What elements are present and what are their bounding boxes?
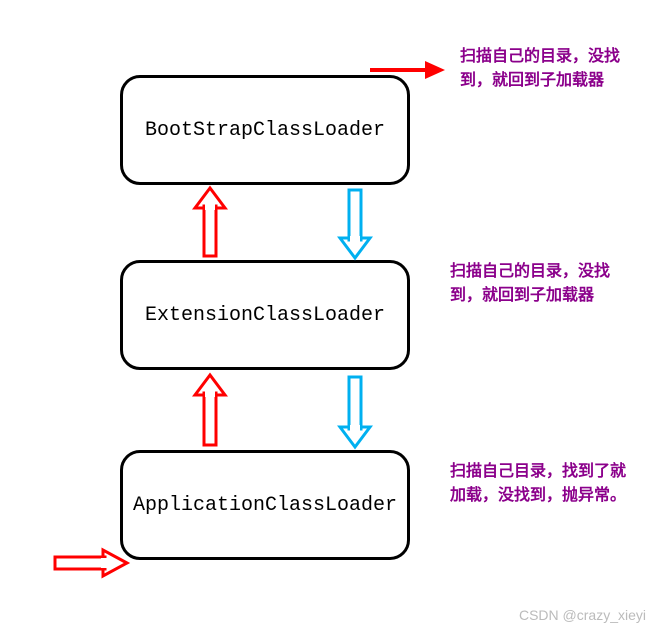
bootstrap-classloader-box: BootStrapClassLoader — [120, 75, 410, 185]
watermark: CSDN @crazy_xieyi — [519, 607, 646, 623]
application-classloader-box: ApplicationClassLoader — [120, 450, 410, 560]
arrow-bootstrap-scan — [370, 55, 450, 85]
annotation-application: 扫描自己目录，找到了就加载，没找到，抛异常。 — [450, 460, 640, 508]
extension-classloader-box: ExtensionClassLoader — [120, 260, 410, 370]
arrow-boot-to-ext — [340, 188, 370, 258]
arrow-app-to-ext — [195, 375, 225, 447]
arrow-ext-to-app — [340, 375, 370, 447]
annotation-bootstrap: 扫描自己的目录，没找到，就回到子加载器 — [460, 45, 640, 93]
arrow-ext-to-boot — [195, 188, 225, 258]
arrow-entry-app — [55, 550, 130, 576]
annotation-extension: 扫描自己的目录，没找到，就回到子加载器 — [450, 260, 630, 308]
extension-label: ExtensionClassLoader — [145, 304, 385, 327]
bootstrap-label: BootStrapClassLoader — [145, 119, 385, 142]
application-label: ApplicationClassLoader — [133, 494, 397, 517]
